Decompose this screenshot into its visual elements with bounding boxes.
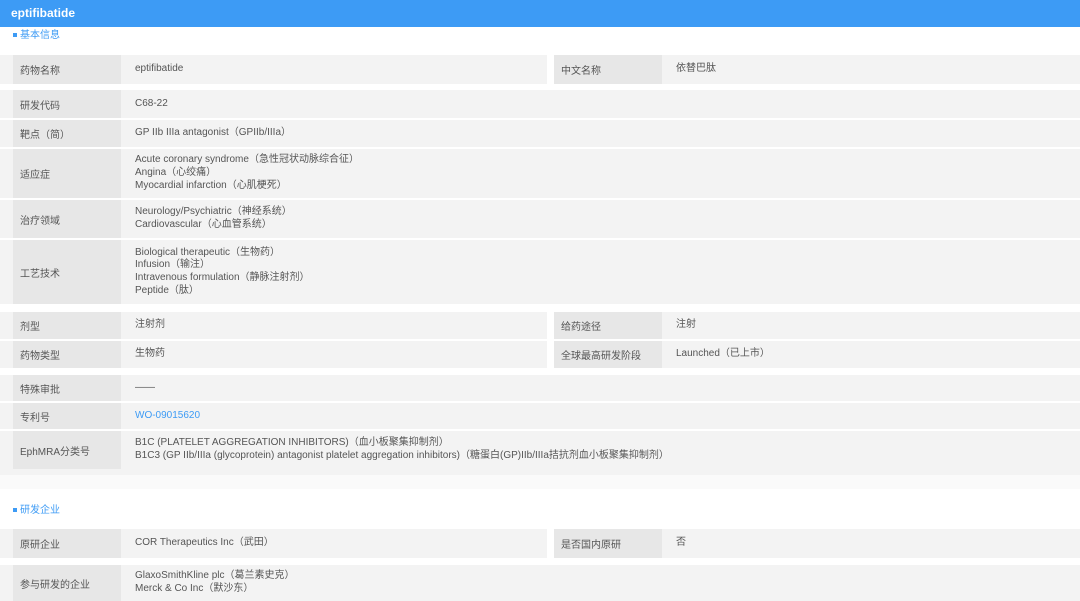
field-value: —— — [121, 375, 1080, 401]
field-label: 工艺技术 — [13, 240, 121, 304]
row-participants: 参与研发的企业 GlaxoSmithKline plc（葛兰素史克） Merck… — [13, 565, 1080, 601]
value-line: B1C (PLATELET AGGREGATION INHIBITORS)（血小… — [135, 437, 449, 449]
section-title: 研发企业 — [20, 505, 60, 516]
spacer — [0, 368, 1080, 375]
section-bullet-icon — [13, 33, 17, 37]
row-therapy: 治疗领域 Neurology/Psychiatric（神经系统） Cardiov… — [13, 200, 1080, 238]
field-label: 参与研发的企业 — [13, 565, 121, 601]
section-title: 基本信息 — [20, 30, 60, 41]
field-label: 靶点（简） — [13, 120, 121, 147]
field-value: 注射 — [662, 312, 1080, 339]
spacer — [0, 558, 1080, 565]
field-value: C68-22 — [121, 90, 1080, 118]
value-line: B1C3 (GP IIb/IIIa (glycoprotein) antagon… — [135, 450, 669, 461]
field-value: eptifibatide — [121, 55, 547, 84]
spacer — [0, 304, 1080, 312]
field-value: Biological therapeutic（生物药） Infusion（输注）… — [121, 240, 1080, 304]
field-label: 原研企业 — [13, 529, 121, 558]
field-label: 剂型 — [13, 312, 121, 339]
value-line: Infusion（输注） — [135, 259, 211, 271]
spacer — [0, 44, 1080, 55]
section-bullet-icon — [13, 508, 17, 512]
field-label: EphMRA分类号 — [13, 431, 121, 469]
field-value: GlaxoSmithKline plc（葛兰素史克） Merck & Co In… — [121, 565, 1080, 601]
field-value: Acute coronary syndrome（急性冠状动脉综合征） Angin… — [121, 149, 1080, 198]
field-value: Neurology/Psychiatric（神经系统） Cardiovascul… — [121, 200, 1080, 238]
value-line: GlaxoSmithKline plc（葛兰素史克） — [135, 570, 295, 582]
field-value: 生物药 — [121, 341, 547, 368]
row-tech: 工艺技术 Biological therapeutic（生物药） Infusio… — [13, 240, 1080, 304]
row-drug-name: 药物名称 eptifibatide 中文名称 依替巴肽 — [13, 55, 1080, 84]
row-code: 研发代码 C68-22 — [13, 90, 1080, 118]
field-value: 注射剂 — [121, 312, 547, 339]
divider — [0, 475, 1080, 489]
row-drug-type: 药物类型 生物药 全球最高研发阶段 Launched（已上市） — [13, 341, 1080, 368]
row-special: 特殊审批 —— — [13, 375, 1080, 401]
field-value: 依替巴肽 — [662, 55, 1080, 84]
value-line: Peptide（肽） — [135, 284, 199, 296]
patent-link[interactable]: WO-09015620 — [121, 403, 1080, 429]
field-value: Launched（已上市） — [662, 341, 1080, 368]
field-label: 药物类型 — [13, 341, 121, 368]
field-value: 否 — [662, 529, 1080, 558]
field-value: COR Therapeutics Inc（武田） — [121, 529, 547, 558]
field-label: 药物名称 — [13, 55, 121, 84]
field-label: 专利号 — [13, 403, 121, 429]
value-line: Cardiovascular（心血管系统） — [135, 219, 272, 230]
row-ephmra: EphMRA分类号 B1C (PLATELET AGGREGATION INHI… — [13, 431, 1080, 469]
row-dosage: 剂型 注射剂 给药途径 注射 — [13, 312, 1080, 339]
value-line: Acute coronary syndrome（急性冠状动脉综合征） — [135, 154, 359, 166]
field-value: GP IIb IIIa antagonist（GPIIb/IIIa） — [121, 120, 1080, 147]
field-label: 特殊审批 — [13, 375, 121, 401]
field-label: 适应症 — [13, 149, 121, 198]
row-patent: 专利号 WO-09015620 — [13, 403, 1080, 429]
value-line: Angina（心绞痛） — [135, 167, 217, 179]
value-line: Neurology/Psychiatric（神经系统） — [135, 206, 292, 218]
value-line: Myocardial infarction（心肌梗死） — [135, 179, 287, 191]
field-label: 研发代码 — [13, 90, 121, 118]
window-title: eptifibatide — [0, 0, 1080, 27]
field-value: B1C (PLATELET AGGREGATION INHIBITORS)（血小… — [121, 431, 1080, 469]
field-label: 中文名称 — [554, 55, 662, 84]
value-line: Merck & Co Inc（默沙东） — [135, 583, 254, 594]
field-label: 是否国内原研 — [554, 529, 662, 558]
field-label: 给药途径 — [554, 312, 662, 339]
field-label: 治疗领域 — [13, 200, 121, 238]
value-line: Biological therapeutic（生物药） — [135, 246, 281, 258]
row-indication: 适应症 Acute coronary syndrome（急性冠状动脉综合征） A… — [13, 149, 1080, 198]
row-orig: 原研企业 COR Therapeutics Inc（武田） 是否国内原研 否 — [13, 529, 1080, 558]
section-header-basic: 基本信息 — [0, 27, 1080, 44]
field-label: 全球最高研发阶段 — [554, 341, 662, 368]
row-target: 靶点（简） GP IIb IIIa antagonist（GPIIb/IIIa） — [13, 120, 1080, 147]
section-header-company: 研发企业 — [0, 489, 1080, 529]
value-line: Intravenous formulation（静脉注射剂） — [135, 272, 310, 283]
